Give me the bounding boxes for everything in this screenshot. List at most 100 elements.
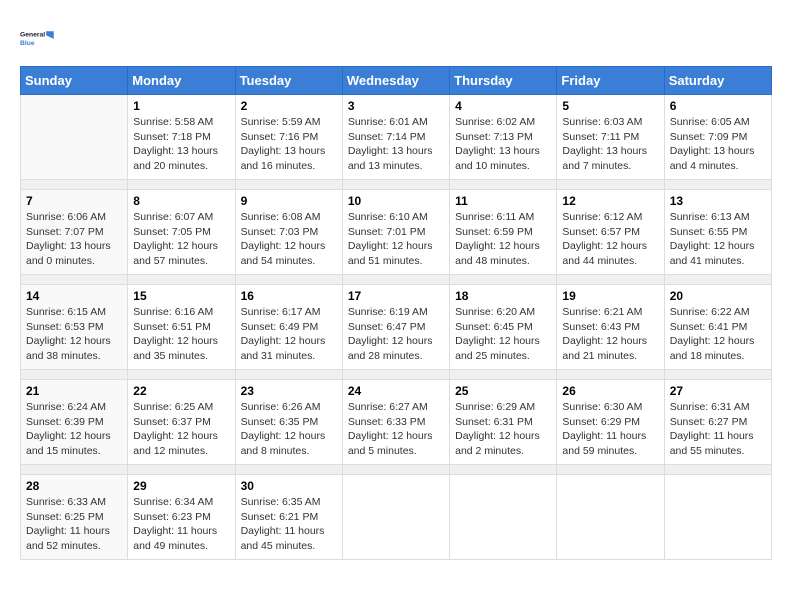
- cell-info: Sunset: 6:47 PM: [348, 320, 444, 335]
- cell-info: Sunset: 6:55 PM: [670, 225, 766, 240]
- calendar-cell: 26Sunrise: 6:30 AMSunset: 6:29 PMDayligh…: [557, 380, 664, 465]
- logo: GeneralBlue: [20, 20, 56, 56]
- cell-info: Daylight: 12 hours: [241, 239, 337, 254]
- cell-info: and 25 minutes.: [455, 349, 551, 364]
- calendar-cell: [342, 475, 449, 560]
- calendar-cell: 15Sunrise: 6:16 AMSunset: 6:51 PMDayligh…: [128, 285, 235, 370]
- cell-info: and 21 minutes.: [562, 349, 658, 364]
- cell-info: Sunrise: 6:12 AM: [562, 210, 658, 225]
- logo-icon: GeneralBlue: [20, 20, 56, 56]
- cell-info: Daylight: 12 hours: [348, 239, 444, 254]
- cell-info: Sunrise: 6:13 AM: [670, 210, 766, 225]
- column-header-wednesday: Wednesday: [342, 67, 449, 95]
- day-number: 27: [670, 384, 766, 398]
- cell-info: Sunrise: 6:01 AM: [348, 115, 444, 130]
- cell-info: and 59 minutes.: [562, 444, 658, 459]
- cell-info: Sunrise: 6:08 AM: [241, 210, 337, 225]
- cell-info: and 31 minutes.: [241, 349, 337, 364]
- day-number: 12: [562, 194, 658, 208]
- cell-info: Sunrise: 6:21 AM: [562, 305, 658, 320]
- cell-info: and 48 minutes.: [455, 254, 551, 269]
- calendar-cell: 1Sunrise: 5:58 AMSunset: 7:18 PMDaylight…: [128, 95, 235, 180]
- cell-info: Daylight: 12 hours: [26, 334, 122, 349]
- day-number: 3: [348, 99, 444, 113]
- cell-info: Sunset: 6:53 PM: [26, 320, 122, 335]
- cell-info: Sunrise: 6:02 AM: [455, 115, 551, 130]
- week-separator: [21, 180, 772, 190]
- day-number: 15: [133, 289, 229, 303]
- calendar-cell: 16Sunrise: 6:17 AMSunset: 6:49 PMDayligh…: [235, 285, 342, 370]
- cell-info: Sunrise: 6:33 AM: [26, 495, 122, 510]
- cell-info: Sunrise: 6:20 AM: [455, 305, 551, 320]
- cell-info: Daylight: 12 hours: [26, 429, 122, 444]
- day-number: 28: [26, 479, 122, 493]
- calendar-cell: 28 Sunrise: 6:33 AMSunset: 6:25 PMDayligh…: [21, 475, 128, 560]
- cell-info: Daylight: 11 hours: [670, 429, 766, 444]
- calendar-cell: 9Sunrise: 6:08 AMSunset: 7:03 PMDaylight…: [235, 190, 342, 275]
- calendar-cell: 30Sunrise: 6:35 AMSunset: 6:21 PMDayligh…: [235, 475, 342, 560]
- cell-info: Daylight: 12 hours: [455, 334, 551, 349]
- cell-info: Sunrise: 6:07 AM: [133, 210, 229, 225]
- page-header: GeneralBlue: [20, 20, 772, 56]
- cell-info: Sunset: 6:41 PM: [670, 320, 766, 335]
- cell-info: and 57 minutes.: [133, 254, 229, 269]
- day-number: 8: [133, 194, 229, 208]
- cell-info: Sunset: 6:57 PM: [562, 225, 658, 240]
- cell-info: and 10 minutes.: [455, 159, 551, 174]
- cell-info: Daylight: 12 hours: [670, 239, 766, 254]
- calendar-cell: 20Sunrise: 6:22 AMSunset: 6:41 PMDayligh…: [664, 285, 771, 370]
- day-number: 13: [670, 194, 766, 208]
- cell-info: Sunrise: 5:58 AM: [133, 115, 229, 130]
- cell-info: and 49 minutes.: [133, 539, 229, 554]
- day-number: 10: [348, 194, 444, 208]
- day-number: 23: [241, 384, 337, 398]
- cell-info: Sunset: 7:11 PM: [562, 130, 658, 145]
- calendar-cell: 11Sunrise: 6:11 AMSunset: 6:59 PMDayligh…: [450, 190, 557, 275]
- calendar-cell: 25Sunrise: 6:29 AMSunset: 6:31 PMDayligh…: [450, 380, 557, 465]
- calendar-cell: [664, 475, 771, 560]
- calendar-cell: 27Sunrise: 6:31 AMSunset: 6:27 PMDayligh…: [664, 380, 771, 465]
- cell-info: and 7 minutes.: [562, 159, 658, 174]
- cell-info: Daylight: 13 hours: [348, 144, 444, 159]
- day-number: 14: [26, 289, 122, 303]
- cell-info: Daylight: 11 hours: [26, 524, 122, 539]
- cell-info: and 5 minutes.: [348, 444, 444, 459]
- week-row-5: 28 Sunrise: 6:33 AMSunset: 6:25 PMDayligh…: [21, 475, 772, 560]
- cell-info: Sunset: 6:43 PM: [562, 320, 658, 335]
- cell-info: Sunrise: 6:35 AM: [241, 495, 337, 510]
- day-number: 24: [348, 384, 444, 398]
- column-header-friday: Friday: [557, 67, 664, 95]
- cell-info: Sunset: 6:37 PM: [133, 415, 229, 430]
- cell-info: and 38 minutes.: [26, 349, 122, 364]
- cell-info: Sunset: 7:14 PM: [348, 130, 444, 145]
- week-row-3: 14Sunrise: 6:15 AMSunset: 6:53 PMDayligh…: [21, 285, 772, 370]
- cell-info: Sunrise: 6:11 AM: [455, 210, 551, 225]
- cell-info: Daylight: 12 hours: [670, 334, 766, 349]
- cell-info: Sunset: 6:25 PM: [26, 510, 122, 525]
- calendar-cell: 8Sunrise: 6:07 AMSunset: 7:05 PMDaylight…: [128, 190, 235, 275]
- cell-info: Daylight: 12 hours: [562, 334, 658, 349]
- cell-info: and 8 minutes.: [241, 444, 337, 459]
- calendar-cell: 24Sunrise: 6:27 AMSunset: 6:33 PMDayligh…: [342, 380, 449, 465]
- day-number: 21: [26, 384, 122, 398]
- cell-info: Daylight: 12 hours: [241, 334, 337, 349]
- calendar-cell: 21Sunrise: 6:24 AMSunset: 6:39 PMDayligh…: [21, 380, 128, 465]
- calendar-cell: 5Sunrise: 6:03 AMSunset: 7:11 PMDaylight…: [557, 95, 664, 180]
- cell-info: and 54 minutes.: [241, 254, 337, 269]
- cell-info: Daylight: 12 hours: [133, 334, 229, 349]
- cell-info: Sunset: 7:01 PM: [348, 225, 444, 240]
- week-separator: [21, 465, 772, 475]
- calendar-cell: 22Sunrise: 6:25 AMSunset: 6:37 PMDayligh…: [128, 380, 235, 465]
- cell-info: and 13 minutes.: [348, 159, 444, 174]
- day-number: 7: [26, 194, 122, 208]
- cell-info: Sunset: 6:21 PM: [241, 510, 337, 525]
- calendar-cell: 23Sunrise: 6:26 AMSunset: 6:35 PMDayligh…: [235, 380, 342, 465]
- day-number: 18: [455, 289, 551, 303]
- calendar-cell: 17Sunrise: 6:19 AMSunset: 6:47 PMDayligh…: [342, 285, 449, 370]
- cell-info: Sunset: 7:03 PM: [241, 225, 337, 240]
- cell-info: Sunset: 6:23 PM: [133, 510, 229, 525]
- column-header-tuesday: Tuesday: [235, 67, 342, 95]
- cell-info: Daylight: 12 hours: [133, 429, 229, 444]
- cell-info: Sunset: 6:45 PM: [455, 320, 551, 335]
- cell-info: Sunrise: 6:31 AM: [670, 400, 766, 415]
